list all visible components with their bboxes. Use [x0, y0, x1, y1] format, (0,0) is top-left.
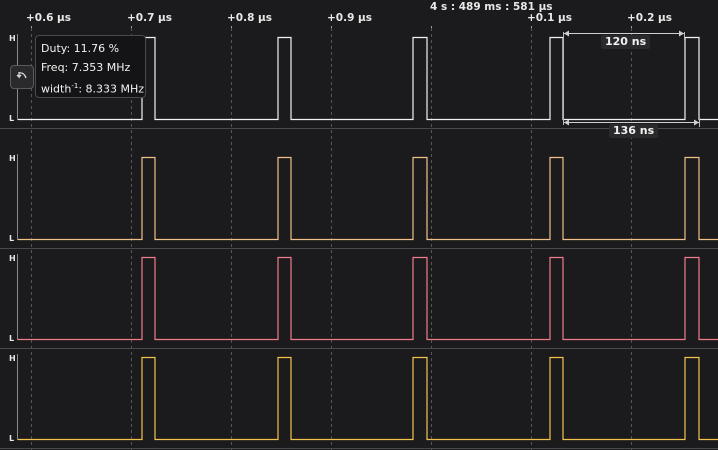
measurement-tooltip: Duty: 11.76 % Freq: 7.353 MHz width-1: 8… — [35, 35, 146, 98]
pulse-width-label: 120 ns — [601, 35, 651, 49]
channel-1-high-label: H — [9, 34, 16, 43]
period-label: 136 ns — [609, 124, 659, 138]
channel-4-trace — [18, 356, 718, 441]
duty-value: Duty: 11.76 % — [41, 42, 120, 55]
channel-3-low-label: L — [9, 334, 15, 343]
channel-3-trace — [18, 256, 718, 341]
undo-arrow-icon — [15, 68, 29, 87]
channel-4-low-label: L — [9, 434, 15, 443]
channel-separators — [0, 128, 718, 449]
channel-3-high-label: H — [9, 254, 16, 263]
width-inverse-value: width-1: 8.333 MHz — [41, 82, 145, 96]
channel-2-trace — [18, 156, 718, 241]
freq-value: Freq: 7.353 MHz — [41, 60, 131, 74]
undo-button[interactable] — [10, 65, 34, 89]
channel-2-high-label: H — [9, 154, 16, 163]
channel-4-high-label: H — [9, 354, 16, 363]
channel-2-low-label: L — [9, 234, 15, 243]
channel-1-low-label: L — [9, 114, 15, 123]
